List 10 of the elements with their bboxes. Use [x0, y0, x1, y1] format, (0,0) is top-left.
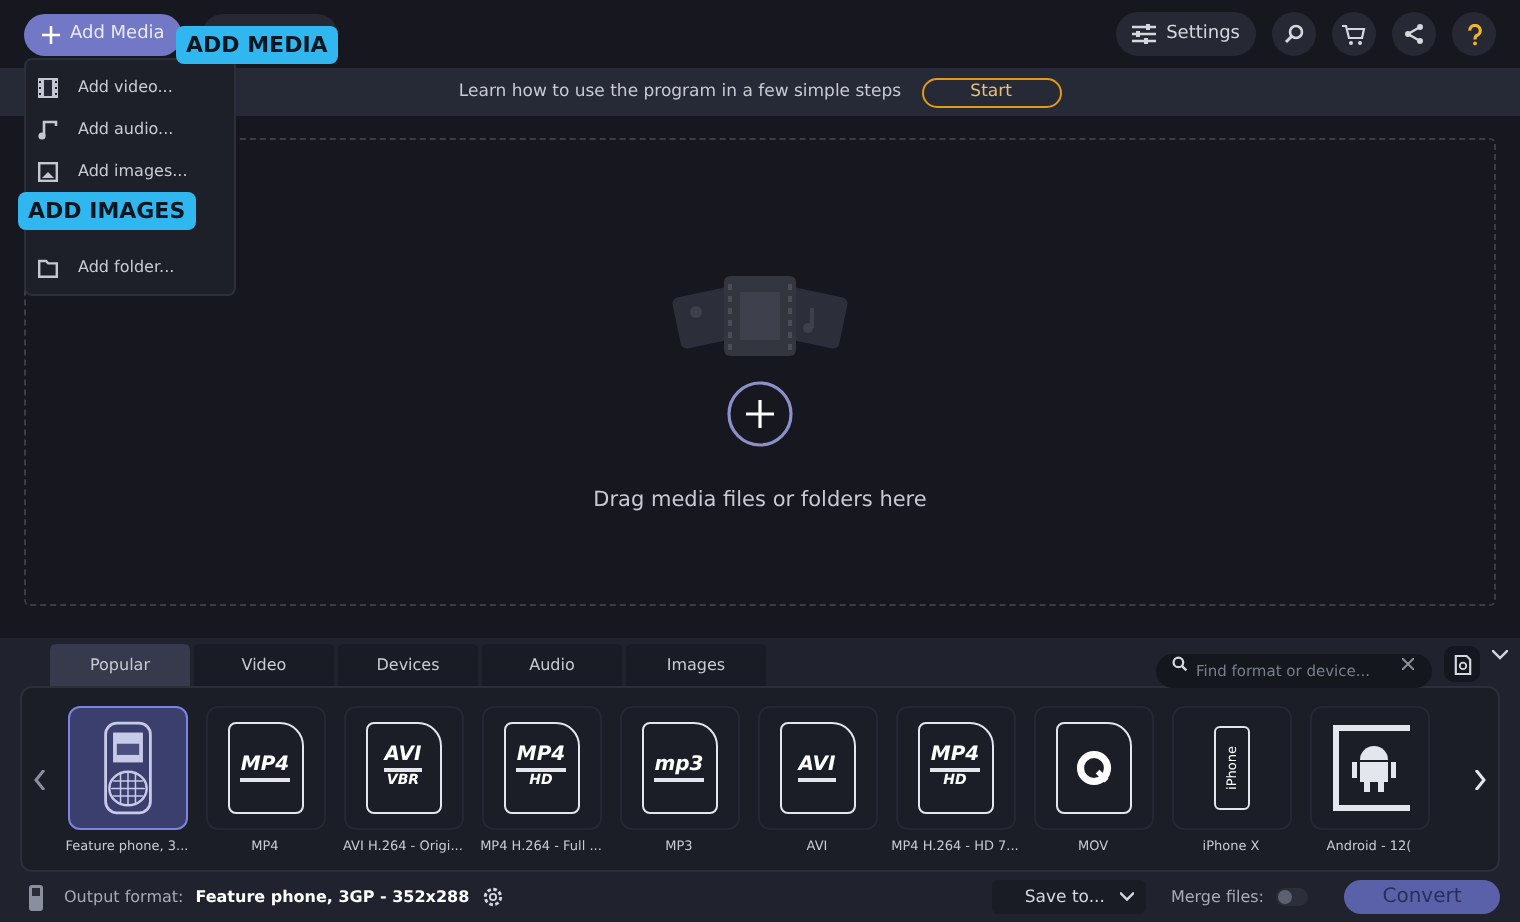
file-format-icon: MP4	[227, 721, 303, 813]
file-format-icon: mp3	[641, 721, 717, 813]
callout-tooltip: ADD MEDIA	[176, 26, 338, 64]
drop-hint: Drag media files or folders here	[593, 488, 927, 512]
output-format-value: Feature phone, 3GP - 352x288	[195, 888, 470, 906]
output-format-label: Output format:	[64, 888, 184, 906]
file-format-icon: AVI	[779, 721, 855, 813]
tutorial-text: Learn how to use the program in a few simple steps	[458, 82, 902, 102]
callout-tooltip: ADD IMAGES	[18, 192, 196, 230]
merge-files-label: Merge files:	[1170, 888, 1264, 906]
